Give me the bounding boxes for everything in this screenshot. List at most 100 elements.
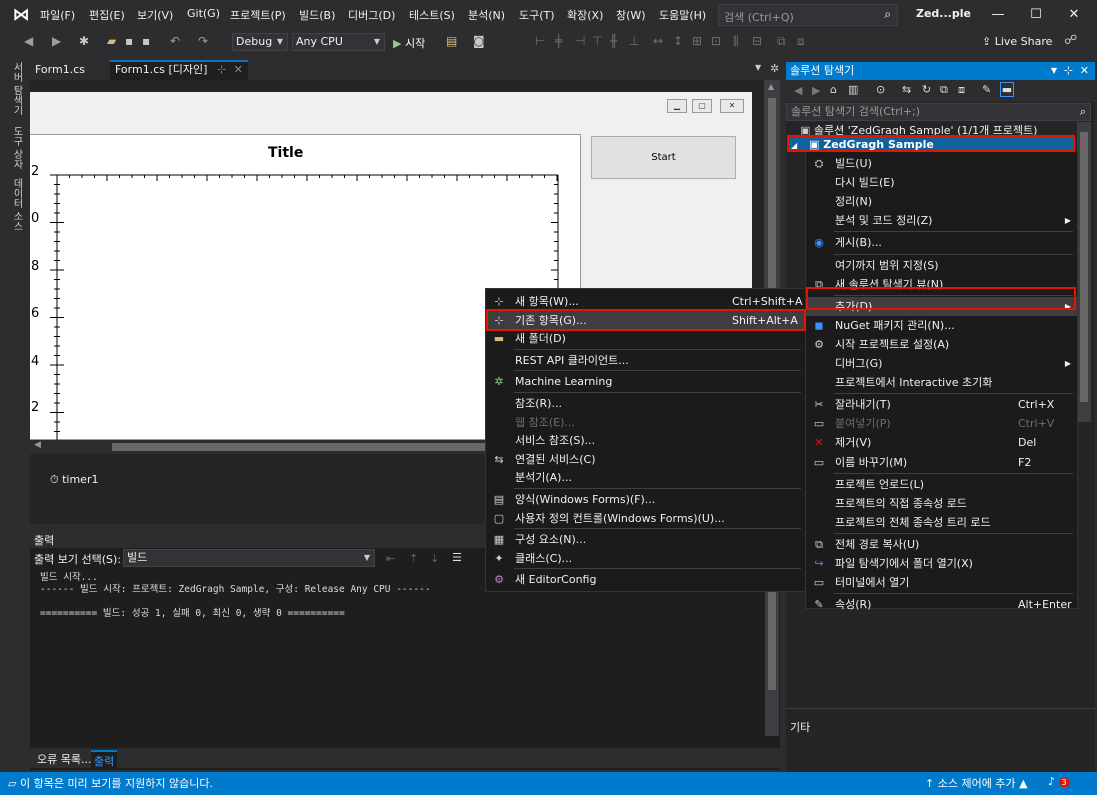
start-button[interactable]: Start	[591, 136, 736, 179]
menu-item[interactable]: ⛭ 빌드(U)	[806, 154, 1077, 173]
menu-item[interactable]: ↪ 파일 탐색기에서 폴더 열기(X)	[806, 554, 1077, 573]
notifications-bell[interactable]: ♪ 3	[1048, 775, 1070, 788]
align-right-icon[interactable]: ⊣	[575, 34, 585, 48]
forward-icon[interactable]: ▶	[812, 84, 820, 97]
menu-tools[interactable]: 도구(T)	[519, 7, 555, 23]
sync-icon[interactable]: ⇆	[902, 83, 911, 96]
menu-build[interactable]: 빌드(B)	[299, 7, 335, 23]
menu-item[interactable]: 여기까지 범위 지정(S)	[806, 256, 1077, 275]
source-control-button[interactable]: ↑ 소스 제어에 추가 ▲	[925, 775, 1028, 791]
menu-item[interactable]: ▦ 구성 요소(N)...	[486, 530, 805, 549]
feedback-icon[interactable]: ☍	[1064, 33, 1077, 48]
scroll-left-icon[interactable]: ◀	[34, 440, 41, 450]
output-source-dropdown[interactable]: 빌드 ▼	[123, 549, 375, 567]
settings-gear-icon[interactable]: ✲	[770, 62, 779, 75]
menu-window[interactable]: 창(W)	[616, 7, 646, 23]
hot-reload-icon[interactable]: ◙	[473, 34, 485, 48]
menu-item[interactable]: 정리(N)	[806, 192, 1077, 211]
minimize-button[interactable]: —	[981, 4, 1015, 26]
window-position-icon[interactable]: ▼	[1051, 62, 1057, 80]
preview-toggle-icon[interactable]: ▬	[1000, 82, 1014, 97]
menu-item[interactable]: ◉ 게시(B)...	[806, 233, 1077, 252]
tab-form1-cs[interactable]: Form1.cs	[30, 60, 90, 80]
align-bottom-icon[interactable]: ⊥	[629, 34, 639, 48]
scroll-up-icon[interactable]: ▲	[768, 82, 774, 91]
menu-item[interactable]: ▭ 터미널에서 열기	[806, 573, 1077, 592]
menu-item[interactable]: ✕ 제거(V) Del	[806, 433, 1077, 452]
menu-item[interactable]: ✂ 잘라내기(T) Ctrl+X	[806, 395, 1077, 414]
menu-item[interactable]: ✲ Machine Learning	[486, 372, 805, 391]
switch-views-icon[interactable]: ▥	[848, 83, 858, 96]
save-icon[interactable]: ▪	[125, 34, 133, 48]
menu-item[interactable]: 분석기(A)...	[486, 468, 805, 487]
save-all-icon[interactable]: ▪	[142, 34, 150, 48]
scroll-thumb[interactable]	[112, 443, 542, 451]
menu-item[interactable]: 프로젝트의 직접 종속성 로드	[806, 494, 1077, 513]
menu-file[interactable]: 파일(F)	[40, 7, 75, 23]
close-tab-icon[interactable]: ✕	[234, 63, 243, 76]
same-width-icon[interactable]: ↔	[653, 34, 663, 48]
refresh-icon[interactable]: ↻	[922, 83, 931, 96]
scroll-thumb[interactable]	[1080, 132, 1088, 402]
menu-item[interactable]: ⚙ 새 EditorConfig	[486, 570, 805, 589]
same-height-icon[interactable]: ↕	[673, 34, 683, 48]
properties-wrench-icon[interactable]: ✎	[982, 83, 991, 96]
menu-item[interactable]: ⧉ 전체 경로 복사(U)	[806, 535, 1077, 554]
forward-icon[interactable]: ▶	[52, 34, 61, 48]
vs-logo-icon[interactable]: ⋈	[8, 5, 34, 25]
menu-test[interactable]: 테스트(S)	[409, 7, 455, 23]
tab-error-list[interactable]: 오류 목록...	[34, 750, 94, 768]
align-center-icon[interactable]: ╪	[555, 34, 562, 48]
tab-data-sources[interactable]: 데이터 소스	[9, 178, 24, 231]
home-icon[interactable]: ⌂	[830, 83, 837, 96]
menu-item[interactable]: 참조(R)...	[486, 394, 805, 413]
menu-item[interactable]: 디버그(G) ▶	[806, 354, 1077, 373]
redo-icon[interactable]: ↷	[198, 34, 208, 48]
tab-server-explorer[interactable]: 서버 탐색기	[9, 62, 24, 115]
menu-item[interactable]: ▭ 이름 바꾸기(M) F2	[806, 453, 1077, 472]
menu-item[interactable]: ✦ 클래스(C)...	[486, 549, 805, 568]
timer-component[interactable]: ⏱ timer1	[50, 473, 98, 487]
menu-item[interactable]: 프로젝트에서 Interactive 초기화	[806, 373, 1077, 392]
prev-message-icon[interactable]: ⇡	[409, 552, 418, 565]
solution-config-dropdown[interactable]: Debug ▼	[232, 33, 288, 51]
align-middle-icon[interactable]: ╫	[610, 34, 617, 48]
menu-item[interactable]: 분석 및 코드 정리(Z) ▶	[806, 211, 1077, 230]
search-box[interactable]: 검색 (Ctrl+Q) ⌕	[718, 4, 898, 26]
menu-item[interactable]: REST API 클라이언트...	[486, 351, 805, 370]
menu-item[interactable]: ▬ 새 폴더(D)	[486, 329, 805, 348]
same-size-icon[interactable]: ⊞	[692, 34, 702, 48]
menu-debug[interactable]: 디버그(D)	[348, 7, 395, 23]
undo-icon[interactable]: ↶	[170, 34, 180, 48]
tab-list-dropdown-icon[interactable]: ▼	[755, 63, 761, 72]
menu-item[interactable]: 서비스 참조(S)...	[486, 431, 805, 450]
center-icon[interactable]: ⊟	[752, 34, 762, 48]
menu-item[interactable]: ✎ 속성(R) Alt+Enter	[806, 595, 1077, 614]
menu-item[interactable]: 프로젝트 언로드(L)	[806, 475, 1077, 494]
menu-item[interactable]: ◼ NuGet 패키지 관리(N)...	[806, 316, 1077, 335]
menu-project[interactable]: 프로젝트(P)	[230, 7, 286, 23]
open-file-icon[interactable]: ▰	[107, 34, 116, 48]
align-left-icon[interactable]: ⊢	[535, 34, 545, 48]
spacing-icon[interactable]: ⫼	[733, 34, 739, 49]
tab-toolbox[interactable]: 도구 상자	[9, 126, 24, 169]
menu-item[interactable]: ▤ 양식(Windows Forms)(F)...	[486, 490, 805, 509]
grid-icon[interactable]: ⊡	[711, 34, 721, 48]
output-vertical-scrollbar[interactable]	[765, 570, 779, 736]
menu-item[interactable]: ▢ 사용자 정의 컨트롤(Windows Forms)(U)...	[486, 509, 805, 528]
menu-analyze[interactable]: 분석(N)	[468, 7, 505, 23]
pin-icon[interactable]: ⊹	[217, 63, 226, 76]
menu-view[interactable]: 보기(V)	[137, 7, 173, 23]
menu-item[interactable]: ⚙ 시작 프로젝트로 설정(A)	[806, 335, 1077, 354]
menu-item[interactable]: ⇆ 연결된 서비스(C)	[486, 450, 805, 469]
menu-edit[interactable]: 편집(E)	[89, 7, 125, 23]
collapse-all-icon[interactable]: ⧉	[940, 83, 948, 97]
tab-output[interactable]: 출력	[91, 750, 118, 770]
menu-git[interactable]: Git(G)	[187, 7, 220, 20]
back-icon[interactable]: ◀	[794, 84, 802, 97]
pending-changes-icon[interactable]: ⊙	[876, 83, 885, 96]
maximize-button[interactable]: ☐	[1019, 4, 1053, 26]
solution-vertical-scrollbar[interactable]	[1077, 122, 1091, 422]
clear-all-icon[interactable]: ☰	[452, 551, 462, 564]
close-button[interactable]: ✕	[1057, 4, 1091, 26]
